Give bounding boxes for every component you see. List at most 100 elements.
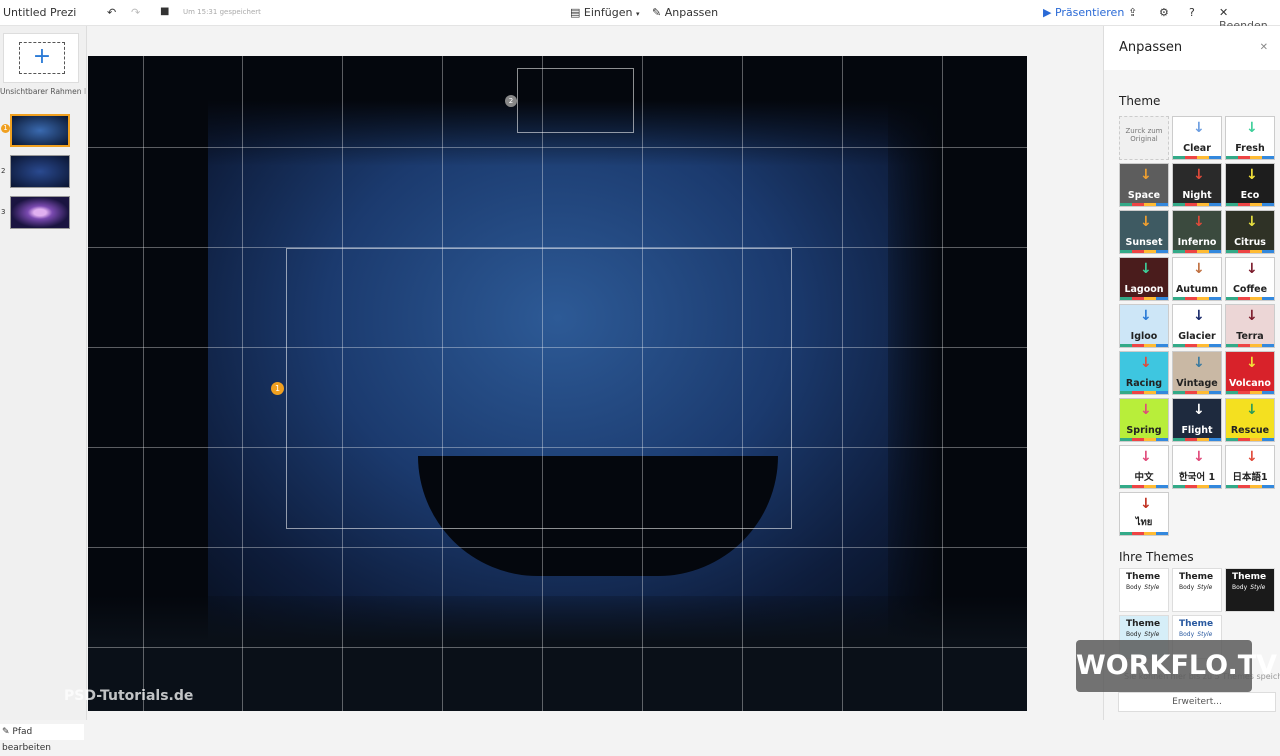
presentation-title[interactable]: Untitled Prezi [3,6,76,19]
save-status: Um 15:31 gespeichert [183,8,261,16]
theme-title: Theme [1179,619,1214,629]
color-bar [1120,250,1168,253]
path-marker[interactable]: 1 [271,382,284,395]
theme-name: Fresh [1235,143,1265,154]
theme-tile[interactable]: ↓ Spring [1119,398,1169,442]
frame-type-label: Unsichtbarer Rahmen [0,87,82,96]
redo-icon[interactable]: ↷ [131,6,140,19]
invisible-frame[interactable] [286,248,792,529]
arrow-icon: ↓ [1140,355,1152,371]
theme-body: Body [1126,584,1142,591]
top-toolbar: Untitled Prezi ↶ ↷ ■ Um 15:31 gespeicher… [0,0,1280,32]
color-bar [1173,156,1221,159]
add-frame-button[interactable]: + [3,33,79,83]
invisible-frame[interactable] [517,68,634,133]
theme-tile[interactable]: ↓ Terra [1225,304,1275,348]
theme-tile[interactable]: ↓ 中文 [1119,445,1169,489]
theme-tile[interactable]: ↓ Night [1172,163,1222,207]
customize-button[interactable]: ✎ Anpassen [652,6,718,19]
saved-theme-tile[interactable]: Theme Body Style [1119,568,1169,612]
arrow-icon: ↓ [1193,261,1205,277]
theme-name: 日本語1 [1232,472,1268,483]
gear-icon[interactable]: ⚙ [1159,6,1169,19]
arrow-icon: ↓ [1246,355,1258,371]
slide-thumbnail[interactable] [10,196,70,229]
theme-name: Sunset [1125,237,1163,248]
theme-tile[interactable]: ↓ 한국어 1 [1172,445,1222,489]
close-icon: ✕ [1219,6,1229,19]
color-bar [1226,438,1274,441]
slide-canvas[interactable]: 1 2 [88,56,1027,711]
theme-name: Night [1182,190,1212,201]
frame-type-select[interactable]: Unsichtbarer Rahmen ⁝ [0,87,87,96]
pencil-icon: ✎ [2,727,10,737]
undo-icon[interactable]: ↶ [107,6,116,19]
customize-panel: Anpassen ✕ Theme Zurck zum Original ↓ Clear… [1103,26,1280,720]
slide-thumbnail[interactable] [10,155,70,188]
theme-tile[interactable]: ↓ Lagoon [1119,257,1169,301]
workflo-watermark: WORKFLO.TV [1076,640,1277,692]
theme-tile[interactable]: ↓ Coffee [1225,257,1275,301]
arrow-icon: ↓ [1246,120,1258,136]
save-icon[interactable]: ■ [160,6,169,17]
slide-thumbnail[interactable] [10,114,70,147]
slide-number: 1 [1,124,10,133]
theme-tile[interactable]: ↓ Autumn [1172,257,1222,301]
arrow-icon: ↓ [1193,402,1205,418]
color-bar [1173,438,1221,441]
theme-body: Body [1232,584,1248,591]
theme-tile[interactable]: ↓ Clear [1172,116,1222,160]
theme-tile[interactable]: ↓ Fresh [1225,116,1275,160]
theme-tile[interactable]: ↓ Igloo [1119,304,1169,348]
saved-theme-tile[interactable]: Theme Body Style [1172,568,1222,612]
edit-path-button[interactable]: ✎ Pfad bearbeiten [0,724,84,753]
theme-tile[interactable]: ↓ Glacier [1172,304,1222,348]
theme-body: Body [1179,631,1195,638]
theme-style: Style [1144,631,1160,638]
advanced-button[interactable]: Erweitert... [1118,692,1276,712]
color-bar [1120,438,1168,441]
theme-tile[interactable]: ↓ Rescue [1225,398,1275,442]
your-themes-heading: Ihre Themes [1119,550,1194,564]
customize-label: Anpassen [664,6,719,19]
theme-tile[interactable]: ↓ Volcano [1225,351,1275,395]
saved-theme-tile[interactable]: Theme Body Style [1225,568,1275,612]
theme-name: Racing [1125,378,1163,389]
share-icon[interactable]: ⇪ [1128,6,1137,19]
arrow-icon: ↓ [1246,402,1258,418]
color-bar [1120,344,1168,347]
arrow-icon: ↓ [1140,308,1152,324]
reset-theme-button[interactable]: Zurck zum Original [1119,116,1169,160]
theme-name: Clear [1183,143,1211,154]
theme-tile[interactable]: ↓ Citrus [1225,210,1275,254]
theme-tile[interactable]: ↓ Inferno [1172,210,1222,254]
color-bar [1120,485,1168,488]
theme-tile[interactable]: ↓ 日本語1 [1225,445,1275,489]
theme-tile[interactable]: ↓ Vintage [1172,351,1222,395]
theme-style: Style [1197,584,1213,591]
theme-tile[interactable]: ↓ Eco [1225,163,1275,207]
path-marker[interactable]: 2 [505,95,517,107]
color-bar [1226,203,1274,206]
arrow-icon: ↓ [1193,308,1205,324]
arrow-icon: ↓ [1246,308,1258,324]
present-button[interactable]: ▶ Präsentieren [1043,6,1124,19]
theme-name: Citrus [1234,237,1266,248]
arrow-icon: ↓ [1193,120,1205,136]
present-label: Präsentieren [1054,6,1125,19]
play-icon: ▶ [1043,6,1052,19]
theme-tile[interactable]: ↓ Sunset [1119,210,1169,254]
theme-tile[interactable]: ↓ Space [1119,163,1169,207]
insert-menu[interactable]: ▤ Einfügen ▾ [570,6,639,19]
arrow-icon: ↓ [1140,496,1152,512]
color-bar [1226,344,1274,347]
theme-tile[interactable]: ↓ Flight [1172,398,1222,442]
help-icon[interactable]: ? [1189,6,1195,19]
theme-name: 한국어 1 [1178,472,1216,483]
theme-heading: Theme [1119,94,1161,108]
arrow-icon: ↓ [1140,402,1152,418]
theme-tile[interactable]: ↓ Racing [1119,351,1169,395]
theme-style: Style [1144,584,1160,591]
close-icon[interactable]: ✕ [1260,42,1268,53]
theme-tile[interactable]: ↓ ไทย [1119,492,1169,536]
